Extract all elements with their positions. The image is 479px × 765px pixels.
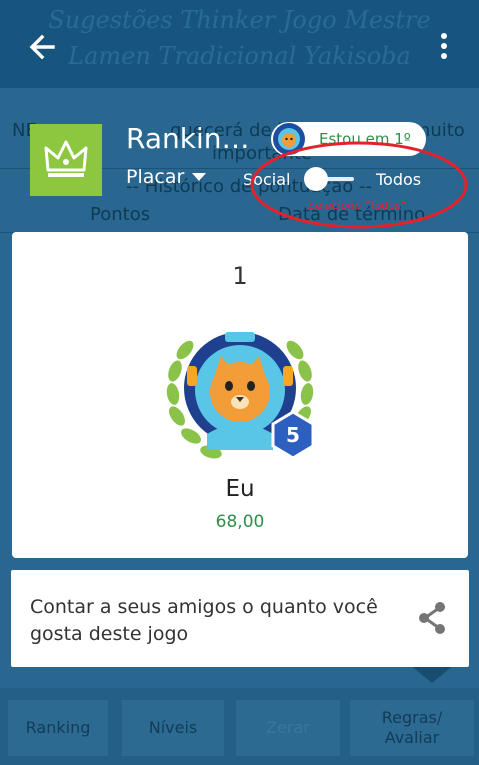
background-reset-button: Zerar	[236, 700, 340, 756]
background-script-line1: Sugestões Thinker Jogo Mestre	[48, 6, 431, 34]
share-icon[interactable]	[415, 600, 449, 636]
user-avatar[interactable]: 5	[159, 316, 321, 466]
background-levels-button: Níveis	[122, 700, 224, 756]
background-header: Sugestões Thinker Jogo Mestre Lamen Trad…	[0, 0, 479, 88]
background-ranking-button: Ranking	[8, 700, 108, 756]
place-number: 1	[232, 262, 248, 290]
background-col-points: Pontos	[90, 204, 151, 225]
dropdown-label: Placar	[126, 166, 185, 188]
user-name: Eu	[225, 476, 255, 502]
background-arrow	[410, 665, 454, 683]
share-card[interactable]: Contar a seus amigos o quanto você gosta…	[11, 570, 469, 667]
leaderboard-crown-tile	[30, 124, 102, 196]
chevron-down-icon	[192, 173, 207, 181]
annotation-hint: Selecione "Todos"	[308, 199, 406, 212]
page-title: Rankin…	[126, 122, 250, 155]
background-script-line2: Lamen Tradicional Yakisoba	[68, 42, 411, 70]
more-vert-icon[interactable]	[432, 30, 456, 64]
share-text: Contar a seus amigos o quanto você gosta…	[30, 596, 378, 645]
annotation-ellipse	[250, 141, 468, 229]
score-type-dropdown[interactable]: Placar	[126, 166, 207, 188]
user-score: 68,00	[215, 512, 265, 532]
leaderboard-card: 1 5 Eu 68,00	[12, 232, 468, 558]
background-rules-button: Regras/ Avaliar	[350, 700, 474, 756]
crown-icon	[44, 140, 88, 177]
arrow-left-icon[interactable]	[26, 30, 60, 64]
level-badge-number: 5	[286, 423, 300, 447]
